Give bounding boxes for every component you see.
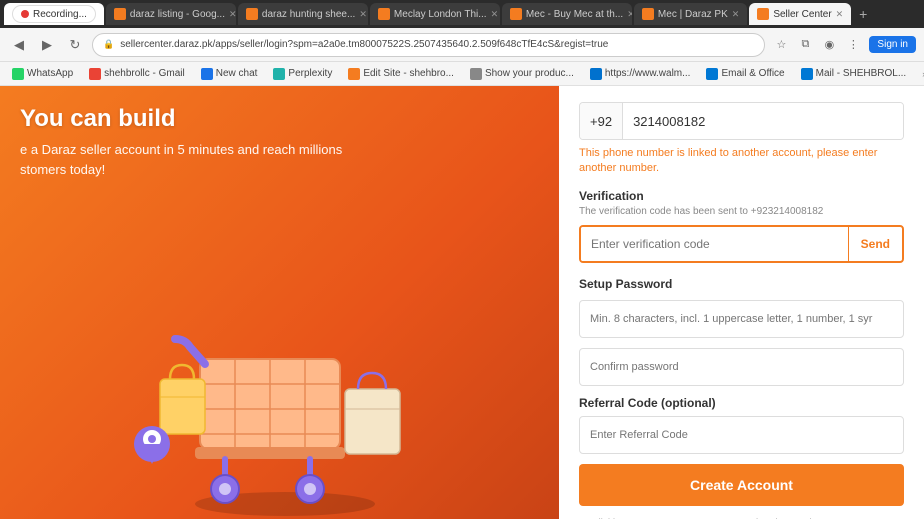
bookmark-favicon-new-chat xyxy=(201,68,213,80)
send-code-button[interactable]: Send xyxy=(848,227,902,261)
password-input[interactable] xyxy=(579,300,904,338)
url-text: sellercenter.daraz.pk/apps/seller/login?… xyxy=(120,39,754,50)
bookmark-show-product[interactable]: Show your produc... xyxy=(466,66,578,82)
bookmark-label-perplexity: Perplexity xyxy=(288,68,332,79)
bookmark-label-whatsapp: WhatsApp xyxy=(27,68,73,79)
security-lock-icon: 🔒 xyxy=(103,39,114,50)
tab-favicon-daraz-listing xyxy=(114,8,126,20)
bookmark-favicon-email-office xyxy=(706,68,718,80)
left-panel-subtext-line2: stomers today! xyxy=(20,162,105,177)
back-button[interactable]: ◀ xyxy=(8,34,30,56)
tab-favicon-mec-buy xyxy=(510,8,522,20)
bookmark-email-office[interactable]: Email & Office xyxy=(702,66,788,82)
bookmark-walmart[interactable]: https://www.walm... xyxy=(586,66,695,82)
tab-label-mec-buy: Mec - Buy Mec at th... xyxy=(526,9,623,20)
referral-code-input[interactable] xyxy=(579,416,904,454)
tab-close-daraz-pk[interactable]: ✕ xyxy=(732,9,740,20)
bookmark-favicon-gmail xyxy=(89,68,101,80)
bookmark-favicon-edit-site xyxy=(348,68,360,80)
bookmark-gmail[interactable]: shehbrollc - Gmail xyxy=(85,66,189,82)
sign-in-button[interactable]: Sign in xyxy=(869,36,916,53)
right-panel: +92 This phone number is linked to anoth… xyxy=(559,86,924,519)
tab-label-daraz-listing: daraz listing - Goog... xyxy=(130,9,225,20)
main-content: You can build e a Daraz seller account i… xyxy=(0,86,924,519)
tab-label-seller-center: Seller Center xyxy=(773,9,831,20)
tab-daraz-pk[interactable]: Mec | Daraz PK ✕ xyxy=(634,3,747,25)
left-panel-heading: You can build xyxy=(20,106,539,132)
bookmark-perplexity[interactable]: Perplexity xyxy=(269,66,336,82)
bookmark-label-walmart: https://www.walm... xyxy=(605,68,691,79)
cart-svg xyxy=(130,269,430,519)
tab-close-mec-buy[interactable]: ✕ xyxy=(627,9,632,20)
verification-section-label: Verification xyxy=(579,189,904,203)
referral-code-label: Referral Code (optional) xyxy=(579,396,904,410)
profile-icon[interactable]: ◉ xyxy=(819,35,839,55)
tab-daraz-listing[interactable]: daraz listing - Goog... ✕ xyxy=(106,3,236,25)
tab-meclay[interactable]: Meclay London Thi... ✕ xyxy=(370,3,500,25)
bookmark-label-edit-site: Edit Site - shehbro... xyxy=(363,68,454,79)
tab-favicon-meclay xyxy=(378,8,390,20)
tab-favicon-seller-center xyxy=(757,8,769,20)
bookmark-star-icon[interactable]: ☆ xyxy=(771,35,791,55)
bookmarks-more-button[interactable]: » xyxy=(918,67,924,81)
recording-badge: Recording... xyxy=(12,5,96,23)
verification-hint: The verification code has been sent to +… xyxy=(579,206,904,217)
tab-recording[interactable]: Recording... xyxy=(4,3,104,25)
nav-icons-group: ☆ ⧉ ◉ ⋮ xyxy=(771,35,863,55)
bookmark-mail[interactable]: Mail - SHEHBROL... xyxy=(797,66,911,82)
bookmark-label-new-chat: New chat xyxy=(216,68,258,79)
left-panel-subtext: e a Daraz seller account in 5 minutes an… xyxy=(20,140,539,179)
left-panel-heading-text: You can build xyxy=(20,105,176,132)
phone-error-message: This phone number is linked to another a… xyxy=(579,146,904,177)
bookmark-whatsapp[interactable]: WhatsApp xyxy=(8,66,77,82)
tab-close-seller-center[interactable]: ✕ xyxy=(836,9,844,20)
tab-favicon-daraz-hunting xyxy=(246,8,258,20)
cart-illustration xyxy=(0,269,559,519)
tab-close-daraz-listing[interactable]: ✕ xyxy=(229,9,236,20)
address-bar[interactable]: 🔒 sellercenter.daraz.pk/apps/seller/logi… xyxy=(92,33,765,57)
extension-icon[interactable]: ⧉ xyxy=(795,35,815,55)
more-options-icon[interactable]: ⋮ xyxy=(843,35,863,55)
reload-button[interactable]: ↻ xyxy=(64,34,86,56)
bookmark-label-email-office: Email & Office xyxy=(721,68,784,79)
phone-number-input[interactable] xyxy=(623,103,903,139)
bookmark-edit-site[interactable]: Edit Site - shehbro... xyxy=(344,66,458,82)
browser-chrome: Recording... daraz listing - Goog... ✕ d… xyxy=(0,0,924,86)
left-panel: You can build e a Daraz seller account i… xyxy=(0,86,559,519)
confirm-password-input[interactable] xyxy=(579,348,904,386)
tab-close-daraz-hunting[interactable]: ✕ xyxy=(359,9,367,20)
tab-label-daraz-hunting: daraz hunting shee... xyxy=(262,9,355,20)
bookmark-favicon-show-product xyxy=(470,68,482,80)
bookmark-favicon-mail xyxy=(801,68,813,80)
phone-number-row: +92 xyxy=(579,102,904,140)
tab-bar: Recording... daraz listing - Goog... ✕ d… xyxy=(0,0,924,28)
forward-button[interactable]: ▶ xyxy=(36,34,58,56)
create-account-button[interactable]: Create Account xyxy=(579,464,904,506)
bookmark-new-chat[interactable]: New chat xyxy=(197,66,262,82)
tab-mec-buy[interactable]: Mec - Buy Mec at th... ✕ xyxy=(502,3,632,25)
verification-code-input[interactable] xyxy=(581,227,848,261)
nav-bar: ◀ ▶ ↻ 🔒 sellercenter.daraz.pk/apps/selle… xyxy=(0,28,924,62)
bookmarks-bar: WhatsApp shehbrollc - Gmail New chat Per… xyxy=(0,62,924,86)
phone-prefix: +92 xyxy=(580,103,623,139)
tab-favicon-daraz-pk xyxy=(642,8,654,20)
setup-password-label: Setup Password xyxy=(579,277,904,291)
bookmark-favicon-whatsapp xyxy=(12,68,24,80)
verification-row: Send xyxy=(579,225,904,263)
recording-label: Recording... xyxy=(33,9,87,20)
tab-label-meclay: Meclay London Thi... xyxy=(394,9,487,20)
bookmark-favicon-walmart xyxy=(590,68,602,80)
tab-close-meclay[interactable]: ✕ xyxy=(491,9,499,20)
left-panel-subtext-line1: e a Daraz seller account in 5 minutes an… xyxy=(20,142,342,157)
new-tab-button[interactable]: + xyxy=(853,4,873,24)
record-dot xyxy=(21,10,29,18)
bookmark-label-show-product: Show your produc... xyxy=(485,68,574,79)
bookmark-label-gmail: shehbrollc - Gmail xyxy=(104,68,185,79)
tab-seller-center[interactable]: Seller Center ✕ xyxy=(749,3,851,25)
bookmark-label-mail: Mail - SHEHBROL... xyxy=(816,68,907,79)
bookmark-favicon-perplexity xyxy=(273,68,285,80)
tab-daraz-hunting[interactable]: daraz hunting shee... ✕ xyxy=(238,3,368,25)
tab-label-daraz-pk: Mec | Daraz PK xyxy=(658,9,728,20)
